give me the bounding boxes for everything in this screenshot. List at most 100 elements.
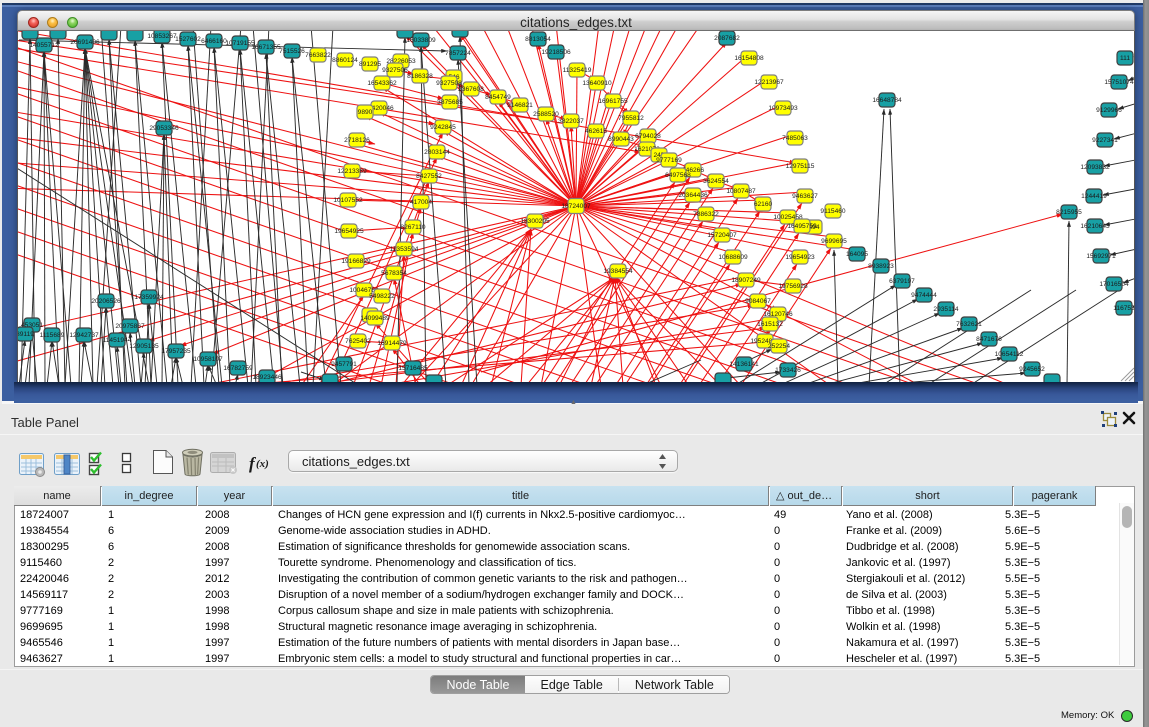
svg-text:(x): (x) — [256, 458, 269, 470]
svg-text:19218506: 19218506 — [541, 49, 571, 56]
svg-text:6466160: 6466160 — [201, 38, 227, 45]
svg-text:1244419: 1244419 — [1081, 193, 1107, 200]
svg-text:3822037: 3822037 — [558, 118, 584, 125]
svg-text:15720407: 15720407 — [707, 232, 737, 239]
svg-text:17359924: 17359924 — [134, 294, 164, 301]
svg-text:62160: 62160 — [754, 201, 773, 208]
svg-text:11325419: 11325419 — [563, 67, 592, 74]
svg-text:3875685: 3875685 — [437, 99, 463, 106]
svg-text:9245652: 9245652 — [1019, 366, 1045, 373]
svg-text:6379197: 6379197 — [889, 278, 915, 285]
svg-text:20691406: 20691406 — [70, 39, 100, 46]
svg-text:18724007: 18724007 — [561, 203, 591, 210]
svg-text:12905135: 12905135 — [129, 343, 159, 350]
svg-text:5498222: 5498222 — [369, 293, 395, 300]
svg-text:7886322: 7886322 — [693, 211, 719, 218]
svg-text:9146821: 9146821 — [507, 102, 533, 109]
svg-text:18923446: 18923446 — [252, 374, 282, 381]
svg-text:111: 111 — [1120, 55, 1130, 62]
svg-text:7515526: 7515526 — [279, 48, 305, 55]
svg-text:7625402: 7625402 — [345, 338, 371, 345]
svg-text:16671355: 16671355 — [251, 44, 281, 51]
svg-text:10807487: 10807487 — [726, 188, 756, 195]
svg-text:891295: 891295 — [359, 61, 381, 68]
svg-text:10107552: 10107552 — [333, 197, 363, 204]
svg-text:16154808: 16154808 — [734, 55, 764, 62]
svg-text:20206526: 20206526 — [91, 298, 121, 305]
svg-text:16782759: 16782759 — [223, 365, 253, 372]
svg-text:3624554: 3624554 — [703, 178, 729, 185]
svg-text:15692971: 15692971 — [1086, 253, 1116, 260]
svg-text:20975867: 20975867 — [115, 323, 145, 330]
svg-text:9474444: 9474444 — [911, 292, 937, 299]
svg-text:2803144: 2803144 — [424, 149, 450, 156]
svg-text:16495759: 16495759 — [787, 223, 817, 230]
svg-text:29053346: 29053346 — [149, 125, 179, 132]
svg-text:7632621: 7632621 — [956, 321, 982, 328]
svg-text:10973493: 10973493 — [768, 105, 798, 112]
svg-text:9115460: 9115460 — [820, 208, 846, 215]
svg-text:462615: 462615 — [585, 128, 607, 135]
svg-text:8267110: 8267110 — [400, 224, 426, 231]
svg-text:19654925: 19654925 — [334, 228, 364, 235]
svg-text:15716485: 15716485 — [398, 365, 428, 372]
svg-text:39119: 39119 — [18, 331, 34, 338]
svg-text:8860124: 8860124 — [332, 57, 358, 64]
svg-text:7857224: 7857224 — [445, 50, 471, 57]
svg-text:19654923: 19654923 — [785, 254, 815, 261]
svg-text:8471676: 8471676 — [976, 336, 1002, 343]
svg-text:8938923: 8938923 — [868, 263, 894, 270]
svg-text:1615132: 1615132 — [757, 321, 783, 328]
svg-text:9777169: 9777169 — [656, 157, 682, 164]
svg-text:5678354: 5678354 — [381, 270, 407, 277]
svg-text:9699695: 9699695 — [821, 238, 847, 245]
svg-text:19756928: 19756928 — [778, 283, 808, 290]
svg-text:12975115: 12975115 — [786, 163, 815, 170]
svg-text:15751074: 15751074 — [1104, 79, 1134, 86]
svg-text:8813054: 8813054 — [525, 36, 551, 43]
svg-text:2588520: 2588520 — [533, 111, 559, 118]
svg-text:12213967: 12213967 — [754, 79, 784, 86]
svg-text:8990443: 8990443 — [608, 136, 634, 143]
svg-text:20364436: 20364436 — [678, 192, 708, 199]
svg-text:13640910: 13640910 — [582, 80, 612, 87]
svg-text:8427552: 8427552 — [416, 173, 442, 180]
svg-text:14099489: 14099489 — [360, 315, 390, 322]
svg-text:417004: 417004 — [410, 199, 432, 206]
svg-text:14136141: 14136141 — [729, 361, 759, 368]
svg-text:7955812: 7955812 — [618, 115, 644, 122]
svg-text:17016504: 17016504 — [1099, 281, 1129, 288]
svg-text:10958107: 10958107 — [193, 356, 223, 363]
svg-text:19384554: 19384554 — [603, 268, 633, 275]
svg-text:2935114: 2935114 — [933, 306, 959, 313]
svg-text:16543362: 16543362 — [367, 80, 397, 87]
svg-text:9463627: 9463627 — [792, 193, 818, 200]
svg-text:252254: 252254 — [768, 343, 790, 350]
svg-text:10853267: 10853267 — [147, 33, 177, 40]
svg-text:8454749: 8454749 — [485, 94, 511, 101]
svg-text:9457791: 9457791 — [331, 361, 357, 368]
svg-text:1115689: 1115689 — [40, 332, 65, 339]
svg-text:17957235: 17957235 — [161, 348, 191, 355]
svg-text:18907249: 18907249 — [731, 277, 761, 284]
svg-text:1733426: 1733426 — [775, 367, 801, 374]
svg-text:116753: 116753 — [1113, 305, 1135, 312]
svg-text:14055712: 14055712 — [29, 42, 59, 49]
svg-text:10654112: 10654112 — [995, 351, 1024, 358]
svg-text:8215955: 8215955 — [1056, 209, 1082, 216]
svg-text:12942737: 12942737 — [69, 332, 99, 339]
svg-text:9327506: 9327506 — [382, 67, 408, 74]
svg-text:19166829: 19166829 — [341, 258, 371, 265]
svg-text:16033809: 16033809 — [406, 37, 436, 44]
svg-text:164095: 164095 — [846, 251, 868, 258]
svg-text:7663822: 7663822 — [305, 52, 331, 59]
svg-text:16210643: 16210643 — [1080, 223, 1110, 230]
svg-text:9227341: 9227341 — [1092, 137, 1118, 144]
svg-text:12213389: 12213389 — [337, 168, 367, 175]
svg-text:11353594: 11353594 — [390, 246, 419, 253]
svg-text:7485063: 7485063 — [782, 135, 808, 142]
svg-text:16648784: 16648784 — [872, 97, 902, 104]
svg-text:2367608: 2367608 — [458, 86, 484, 93]
svg-text:9129966: 9129966 — [1096, 107, 1122, 114]
svg-text:2087682: 2087682 — [714, 35, 740, 42]
